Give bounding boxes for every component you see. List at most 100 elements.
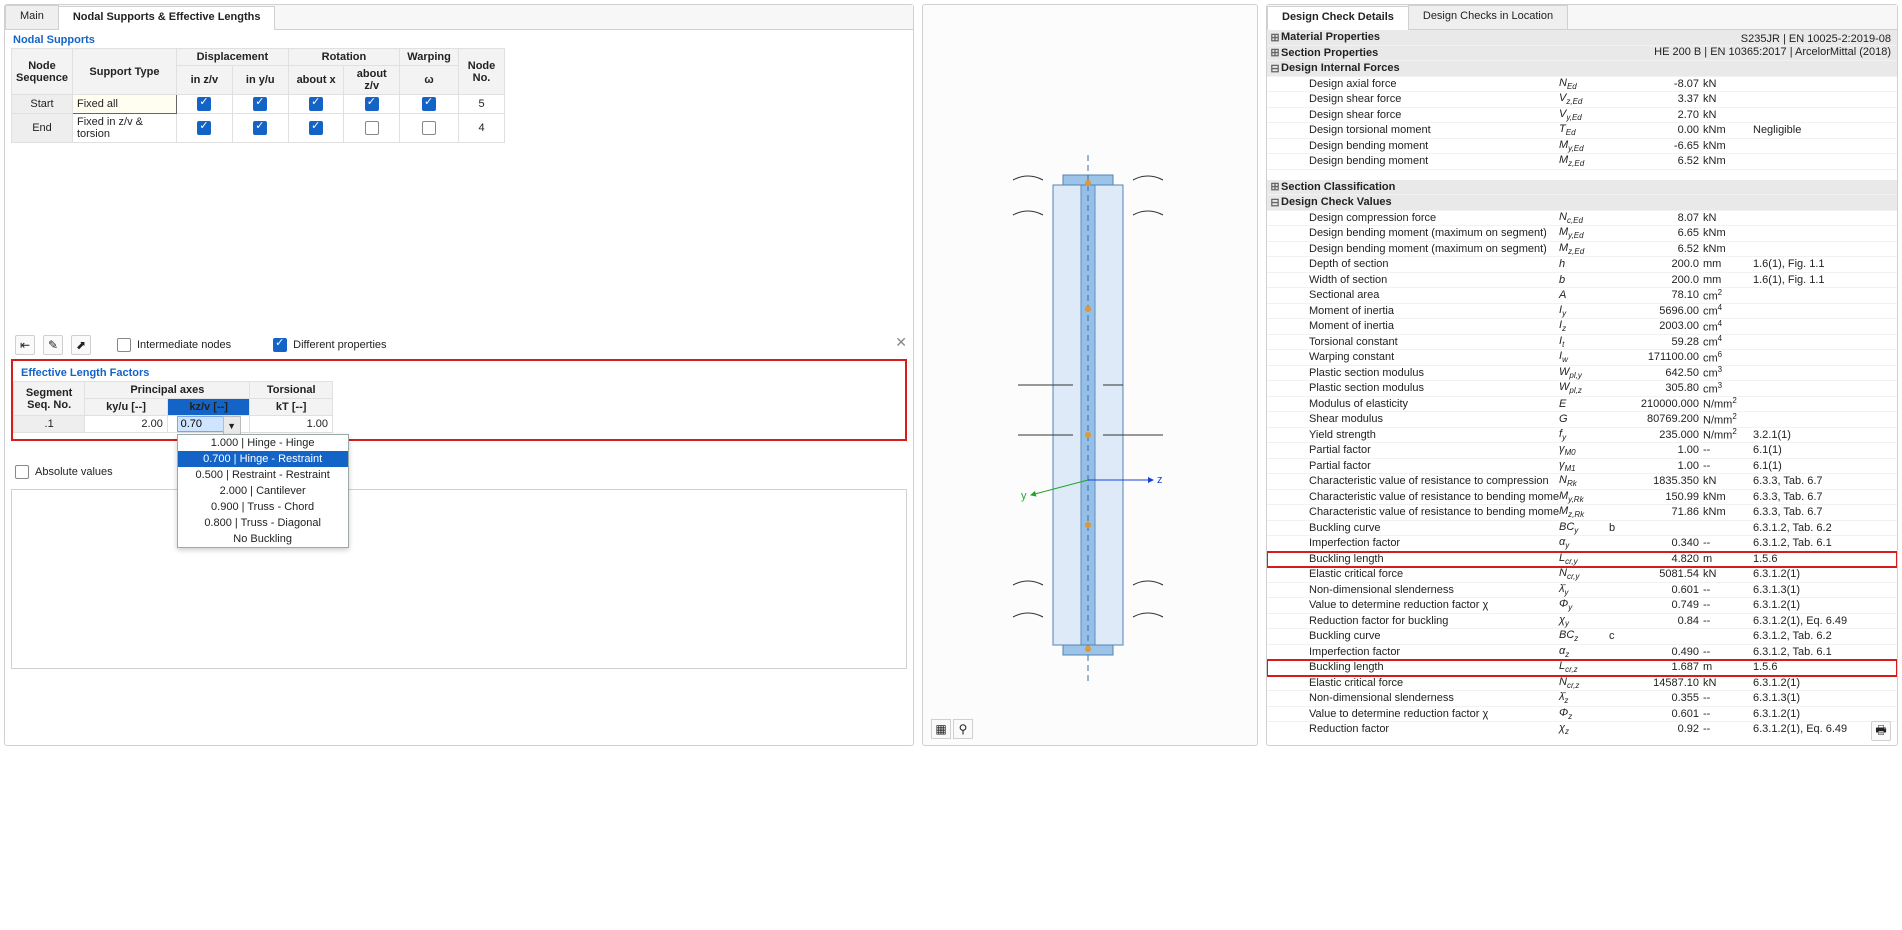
- design-tree[interactable]: ⊞Material Properties⊞Section Properties⊟…: [1267, 30, 1897, 734]
- tree-row: Value to determine reduction factor χΦz0…: [1267, 707, 1897, 723]
- cell-kt[interactable]: 1.00: [250, 416, 333, 433]
- tree-sym: Lcr,y: [1559, 552, 1609, 566]
- tree-unit: kN: [1703, 475, 1753, 487]
- tree-ref: 1.6(1), Fig. 1.1: [1753, 258, 1893, 270]
- tree-row: Design bending moment (maximum on segmen…: [1267, 226, 1897, 242]
- kz-option[interactable]: 0.500 | Restraint - Restraint: [178, 467, 348, 483]
- checkbox-icon[interactable]: [309, 97, 323, 111]
- tree-ref: 6.3.1.2(1): [1753, 568, 1893, 580]
- checkbox-icon[interactable]: [365, 97, 379, 111]
- tree-desc: Partial factor: [1309, 444, 1559, 456]
- tree-row: Reduction factorχz0.92--6.3.1.2(1), Eq. …: [1267, 722, 1897, 734]
- tree-row: Plastic section modulusWpl,y642.50cm3: [1267, 366, 1897, 382]
- kz-option[interactable]: 0.800 | Truss - Diagonal: [178, 515, 348, 531]
- tree-desc: Modulus of elasticity: [1309, 398, 1559, 410]
- tree-header[interactable]: ⊞Section Classification: [1267, 180, 1897, 196]
- kz-option[interactable]: 0.700 | Hinge - Restraint: [178, 451, 348, 467]
- expand-icon[interactable]: ⊞: [1269, 180, 1281, 193]
- expand-icon[interactable]: ⊟: [1269, 196, 1281, 209]
- tab-main[interactable]: Main: [5, 5, 59, 29]
- material-line: S235JR | EN 10025-2:2019-08: [1654, 33, 1891, 46]
- checkbox-icon[interactable]: [197, 97, 211, 111]
- tree-unit: N/mm2: [1703, 427, 1753, 442]
- tree-sym: Ncr,z: [1559, 676, 1609, 690]
- tree-row: Design axial forceNEd-8.07kN: [1267, 77, 1897, 93]
- tree-ref: 6.3.1.2, Tab. 6.1: [1753, 646, 1893, 658]
- viewport-3d[interactable]: yz ▦ ⚲: [922, 4, 1258, 746]
- tree-unit: kNm: [1703, 227, 1753, 239]
- checkbox-icon[interactable]: [365, 121, 379, 135]
- chk-different-props[interactable]: Different properties: [273, 338, 386, 352]
- nodal-supports-grid: Node Sequence Support Type Displacement …: [11, 48, 505, 143]
- tree-header[interactable]: ⊟Design Check Values: [1267, 195, 1897, 211]
- tree-unit: cm3: [1703, 365, 1753, 380]
- tree-desc: Design bending moment (maximum on segmen…: [1309, 227, 1559, 239]
- tree-unit: kN: [1703, 212, 1753, 224]
- checkbox-icon[interactable]: [197, 121, 211, 135]
- chk-intermediate[interactable]: Intermediate nodes: [117, 338, 231, 352]
- tree-unit: --: [1703, 692, 1753, 704]
- checkbox-icon[interactable]: [309, 121, 323, 135]
- kz-option[interactable]: No Buckling: [178, 531, 348, 547]
- right-tabs: Design Check Details Design Checks in Lo…: [1267, 5, 1897, 30]
- hdr-in-zv: in z/v: [176, 66, 232, 95]
- tab-design-details[interactable]: Design Check Details: [1267, 6, 1409, 30]
- hdr-ky: ky/u [--]: [85, 399, 168, 416]
- ns-row[interactable]: StartFixed all5: [12, 95, 505, 114]
- ns-row[interactable]: EndFixed in z/v & torsion4: [12, 114, 505, 143]
- checkbox-icon[interactable]: [253, 97, 267, 111]
- tree-sym: Vy,Ed: [1559, 108, 1609, 122]
- expand-icon[interactable]: ⊟: [1269, 62, 1281, 75]
- add-icon[interactable]: ✎: [43, 335, 63, 355]
- kz-option[interactable]: 0.900 | Truss - Chord: [178, 499, 348, 515]
- expand-icon[interactable]: ⊞: [1269, 31, 1281, 44]
- tree-ref: 6.1(1): [1753, 444, 1893, 456]
- checkbox-icon[interactable]: [422, 121, 436, 135]
- expand-icon[interactable]: ⊞: [1269, 46, 1281, 59]
- tab-design-location[interactable]: Design Checks in Location: [1408, 5, 1568, 29]
- tree-sym: b: [1559, 274, 1609, 286]
- tree-row: Buckling lengthLcr,z1.687m1.5.6: [1267, 660, 1897, 676]
- kz-option[interactable]: 1.000 | Hinge - Hinge: [178, 435, 348, 451]
- tree-ref: 6.3.1.2, Tab. 6.2: [1753, 630, 1893, 642]
- kz-option[interactable]: 2.000 | Cantilever: [178, 483, 348, 499]
- cell-ky[interactable]: 2.00: [85, 416, 168, 433]
- tree-ref: Negligible: [1753, 124, 1893, 136]
- tree-desc: Plastic section modulus: [1309, 367, 1559, 379]
- tree-desc: Material Properties: [1281, 31, 1559, 43]
- cell-kz[interactable]: ▼ 1.000 | Hinge - Hinge0.700 | Hinge - R…: [167, 416, 250, 433]
- tree-row: Moment of inertiaIz2003.00cm4: [1267, 319, 1897, 335]
- tree-header[interactable]: ⊟Design Internal Forces: [1267, 61, 1897, 77]
- tree-unit: kNm: [1703, 243, 1753, 255]
- checkbox-icon[interactable]: [422, 97, 436, 111]
- close-icon[interactable]: ✕: [895, 334, 907, 351]
- vp-tool-1-icon[interactable]: ▦: [931, 719, 951, 739]
- tree-sym: Mz,Rk: [1559, 505, 1609, 519]
- kz-dropdown-list[interactable]: 1.000 | Hinge - Hinge0.700 | Hinge - Res…: [177, 434, 349, 548]
- tree-unit: mm: [1703, 258, 1753, 270]
- panel-effective-length: Effective Length Factors Segment Seq. No…: [11, 359, 907, 441]
- move-left-icon[interactable]: ⇤: [15, 335, 35, 355]
- tree-sym: It: [1559, 335, 1609, 349]
- select-icon[interactable]: ⬈: [71, 335, 91, 355]
- chk-absolute[interactable]: Absolute values: [15, 465, 113, 479]
- tree-desc: Characteristic value of resistance to co…: [1309, 475, 1559, 487]
- tree-desc: Width of section: [1309, 274, 1559, 286]
- tree-row: Design bending momentMz,Ed6.52kNm: [1267, 154, 1897, 170]
- checkbox-icon[interactable]: [253, 121, 267, 135]
- tree-unit: N/mm2: [1703, 396, 1753, 411]
- tab-nodal[interactable]: Nodal Supports & Effective Lengths: [58, 6, 276, 30]
- chevron-down-icon[interactable]: ▼: [223, 416, 241, 436]
- tree-sym: λ̄z: [1559, 691, 1609, 705]
- tree-unit: mm: [1703, 274, 1753, 286]
- vp-tool-2-icon[interactable]: ⚲: [953, 719, 973, 739]
- export-icon[interactable]: 🖶: [1871, 721, 1891, 741]
- tree-desc: Plastic section modulus: [1309, 382, 1559, 394]
- tree-sym: BCy: [1559, 521, 1609, 535]
- kz-dropdown[interactable]: ▼ 1.000 | Hinge - Hinge0.700 | Hinge - R…: [177, 416, 241, 432]
- tree-ref: 6.1(1): [1753, 460, 1893, 472]
- tree-desc: Moment of inertia: [1309, 320, 1559, 332]
- tree-desc: Design Internal Forces: [1281, 62, 1559, 74]
- tree-row: Yield strengthfy235.000N/mm23.2.1(1): [1267, 428, 1897, 444]
- tree-desc: Design shear force: [1309, 93, 1559, 105]
